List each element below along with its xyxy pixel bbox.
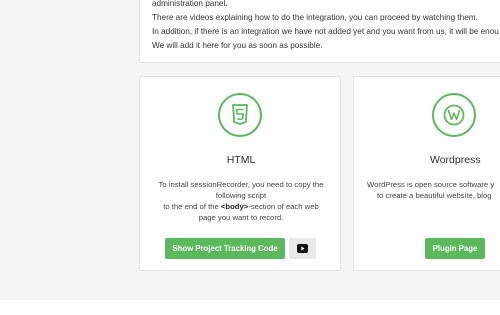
show-tracking-code-button[interactable]: Show Project Tracking Code (165, 238, 285, 259)
card-description: WordPress is open source software y to c… (367, 179, 494, 201)
desc-line: WordPress is open source software y (367, 180, 495, 189)
info-line: In addition, if there is an integration … (152, 27, 499, 36)
card-title: Wordpress (430, 154, 481, 166)
integration-info-panel: administration panel. There are videos e… (139, 0, 500, 63)
info-line: We will add it here for you as soon as p… (152, 41, 323, 50)
body-tag-text: <body> (220, 202, 249, 211)
desc-line: To install sessionRecorder, you need to … (158, 180, 324, 189)
desc-line: following script (215, 191, 267, 200)
desc-line: to create a beautiful website, blog (377, 191, 492, 200)
wordpress-integration-card: Wordpress WordPress is open source softw… (353, 76, 500, 271)
plugin-page-button[interactable]: Plugin Page (425, 238, 485, 259)
desc-text: to the end of the (163, 202, 221, 211)
html5-icon (218, 93, 262, 137)
info-line: There are videos explaining how to do th… (152, 13, 478, 22)
info-line: administration panel. (152, 0, 228, 8)
wordpress-icon (432, 93, 476, 137)
desc-line: to the end of the <body>-section of each… (140, 201, 340, 212)
card-description: To install sessionRecorder, you need to … (140, 179, 340, 223)
card-title: HTML (226, 154, 256, 166)
desc-line: page you want to record. (198, 213, 284, 222)
footer-bar (0, 300, 500, 315)
desc-text: -section of each web (248, 202, 319, 211)
video-tutorial-button[interactable] (289, 238, 316, 259)
youtube-play-icon (297, 244, 308, 253)
html-integration-card: HTML To install sessionRecorder, you nee… (139, 76, 341, 271)
